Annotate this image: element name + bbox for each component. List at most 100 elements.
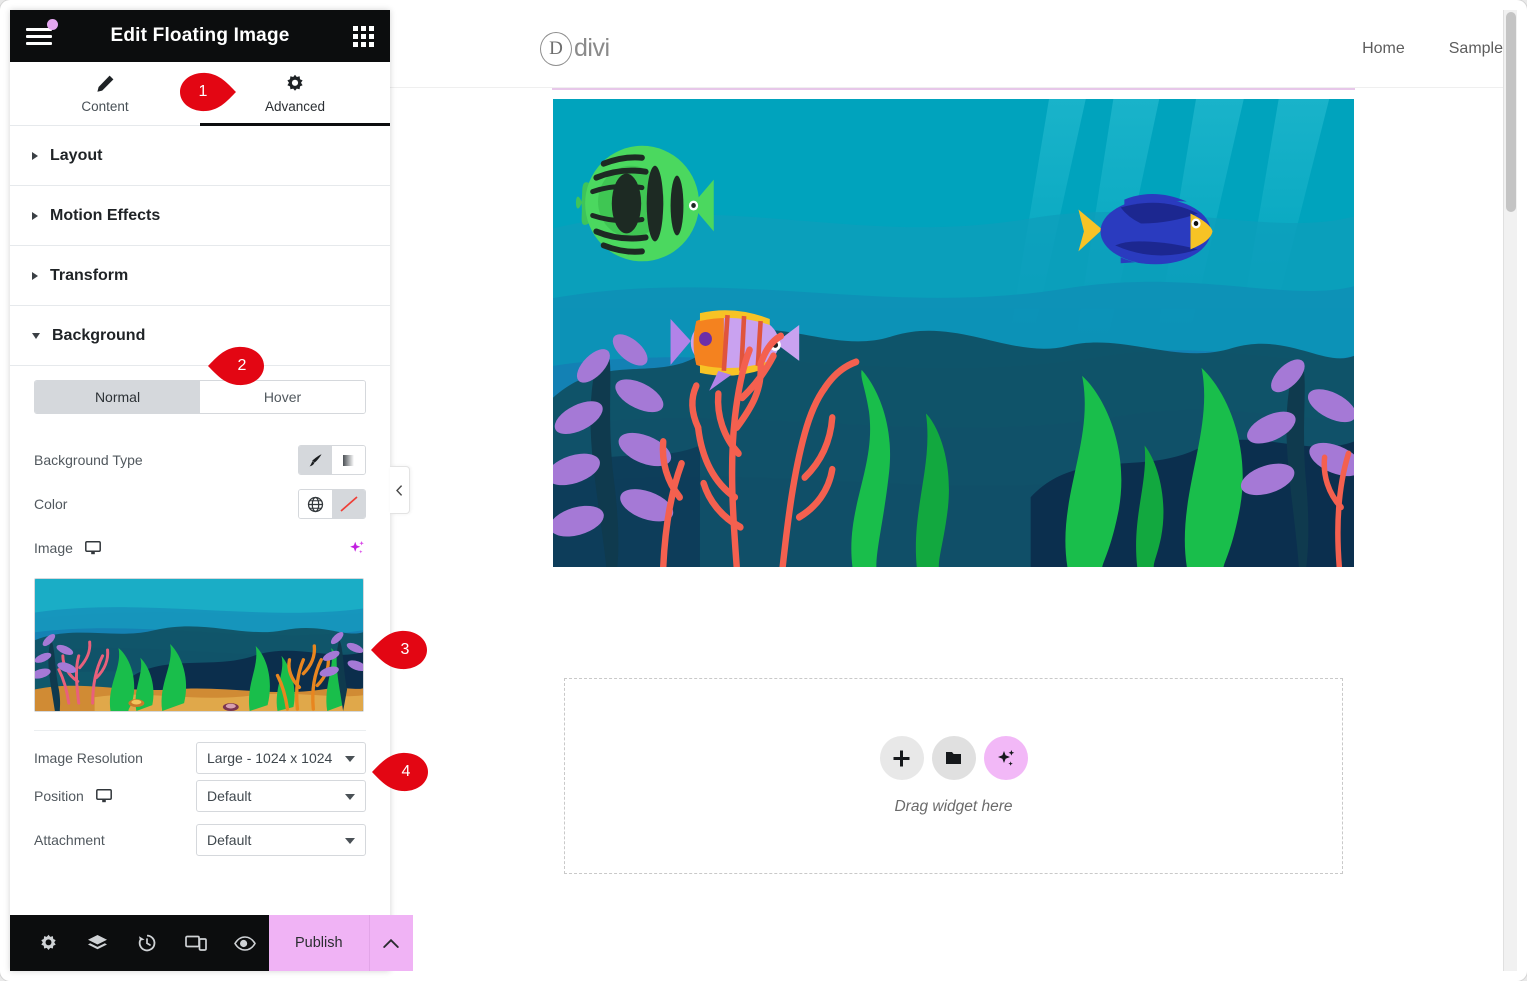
site-header: D divi Home Sample <box>390 10 1517 88</box>
desktop-icon[interactable] <box>95 789 112 803</box>
background-type-gradient-option[interactable] <box>332 446 365 474</box>
preview-eye-icon[interactable] <box>220 915 269 971</box>
position-label: Position <box>34 788 84 804</box>
responsive-mode-icon[interactable] <box>171 915 220 971</box>
globe-icon <box>307 496 324 512</box>
hamburger-icon[interactable] <box>26 19 58 48</box>
dropzone-label: Drag widget here <box>894 798 1013 815</box>
underwater-illustration <box>553 99 1354 567</box>
nav-item-sample[interactable]: Sample <box>1449 40 1503 58</box>
section-background-label: Background <box>52 326 146 344</box>
gear-icon <box>287 74 303 91</box>
widget-dropzone[interactable]: Drag widget here <box>564 678 1343 874</box>
position-select[interactable]: Default <box>196 780 366 812</box>
notification-dot <box>47 19 58 30</box>
preview-scrollbar[interactable] <box>1503 10 1517 971</box>
history-revision-icon[interactable] <box>122 915 171 971</box>
row-image-resolution: Image Resolution Large - 1024 x 1024 <box>34 730 366 774</box>
panel-footer: Publish <box>10 915 413 971</box>
settings-gear-icon[interactable] <box>24 915 73 971</box>
row-position: Position Default <box>34 774 366 818</box>
template-library-button[interactable] <box>931 736 976 780</box>
color-none-option[interactable] <box>332 490 365 518</box>
row-background-type: Background Type <box>34 438 366 482</box>
chevron-left-icon <box>396 484 403 496</box>
publish-options-button[interactable] <box>368 915 413 971</box>
hero-background-image[interactable] <box>552 98 1355 568</box>
ai-sparkle-icon <box>997 750 1014 766</box>
section-motion-effects-label: Motion Effects <box>50 206 161 224</box>
footer-icon-group <box>10 915 269 971</box>
tab-advanced-label: Advanced <box>264 98 326 114</box>
attachment-select-wrap: Default <box>196 824 366 856</box>
background-type-toggle <box>298 445 366 475</box>
ai-sparkle-icon[interactable] <box>348 539 366 557</box>
brush-icon <box>309 453 322 466</box>
ai-generate-button[interactable] <box>983 736 1028 780</box>
section-layout-label: Layout <box>50 146 103 164</box>
panel-header: Edit Floating Image <box>10 10 390 62</box>
state-tab-normal[interactable]: Normal <box>35 381 200 413</box>
divi-d-mark-icon: D <box>540 31 572 66</box>
section-divider <box>552 88 1355 90</box>
background-state-tabs: Normal Hover <box>34 380 366 414</box>
tab-content[interactable]: Content <box>10 62 200 125</box>
section-layout[interactable]: Layout <box>10 126 390 186</box>
background-image-thumbnail[interactable] <box>34 578 364 712</box>
site-navigation: Home Sample <box>1362 40 1517 58</box>
panel-title: Edit Floating Image <box>110 25 290 46</box>
panel-sections: Layout Motion Effects Transform Backgrou… <box>10 126 390 915</box>
callout-4-number: 4 <box>401 763 411 780</box>
color-label: Color <box>34 496 68 512</box>
plus-icon <box>893 750 910 766</box>
section-transform[interactable]: Transform <box>10 246 390 306</box>
grid-apps-icon[interactable] <box>353 25 374 47</box>
image-resolution-select-wrap: Large - 1024 x 1024 <box>196 741 366 774</box>
publish-group: Publish <box>269 915 413 971</box>
callout-3: 3 <box>371 630 427 670</box>
chevron-right-icon <box>32 211 38 220</box>
image-label-group: Image <box>34 540 101 556</box>
background-type-classic-option[interactable] <box>299 446 332 474</box>
navigator-layers-icon[interactable] <box>73 915 122 971</box>
background-section-body: Normal Hover Background Type Color Image… <box>10 366 390 862</box>
nav-item-home[interactable]: Home <box>1362 40 1405 58</box>
callout-1: 1 <box>180 72 236 112</box>
chevron-up-icon <box>383 938 399 948</box>
add-element-button[interactable] <box>879 736 924 780</box>
attachment-select[interactable]: Default <box>196 824 366 856</box>
panel-collapse-handle[interactable] <box>390 466 410 514</box>
site-logo-text: divi <box>574 34 610 62</box>
preview-scrollbar-thumb[interactable] <box>1506 12 1516 212</box>
section-background[interactable]: Background <box>10 306 390 366</box>
callout-4: 4 <box>372 752 428 792</box>
publish-button[interactable]: Publish <box>269 935 369 951</box>
elementor-settings-panel: Edit Floating Image Content Advanced Lay… <box>10 10 413 971</box>
row-attachment: Attachment Default <box>34 818 366 862</box>
background-type-label: Background Type <box>34 452 143 468</box>
chevron-right-icon <box>32 151 38 160</box>
image-resolution-select[interactable]: Large - 1024 x 1024 <box>196 741 366 774</box>
image-resolution-label: Image Resolution <box>34 749 143 766</box>
dropzone-buttons <box>879 736 1028 780</box>
elementor-editor-window: D divi Home Sample Drag widget here Edit… <box>0 0 1527 981</box>
callout-1-number: 1 <box>198 83 208 100</box>
position-select-wrap: Default <box>196 780 366 812</box>
color-global-option[interactable] <box>299 490 332 518</box>
row-image: Image <box>34 526 366 570</box>
callout-2-number: 2 <box>237 357 247 374</box>
chevron-right-icon <box>32 271 38 280</box>
tab-content-label: Content <box>81 98 129 114</box>
underwater-coral-reef-thumbnail <box>35 579 363 711</box>
folder-icon <box>946 752 961 764</box>
row-color: Color <box>34 482 366 526</box>
pencil-icon <box>97 75 114 92</box>
desktop-icon[interactable] <box>84 541 101 555</box>
section-transform-label: Transform <box>50 266 129 284</box>
image-label: Image <box>34 540 73 556</box>
color-toggle <box>298 489 366 519</box>
page-preview-canvas: D divi Home Sample Drag widget here <box>390 10 1517 971</box>
site-logo[interactable]: D divi <box>540 31 610 66</box>
callout-3-number: 3 <box>400 641 410 658</box>
section-motion-effects[interactable]: Motion Effects <box>10 186 390 246</box>
